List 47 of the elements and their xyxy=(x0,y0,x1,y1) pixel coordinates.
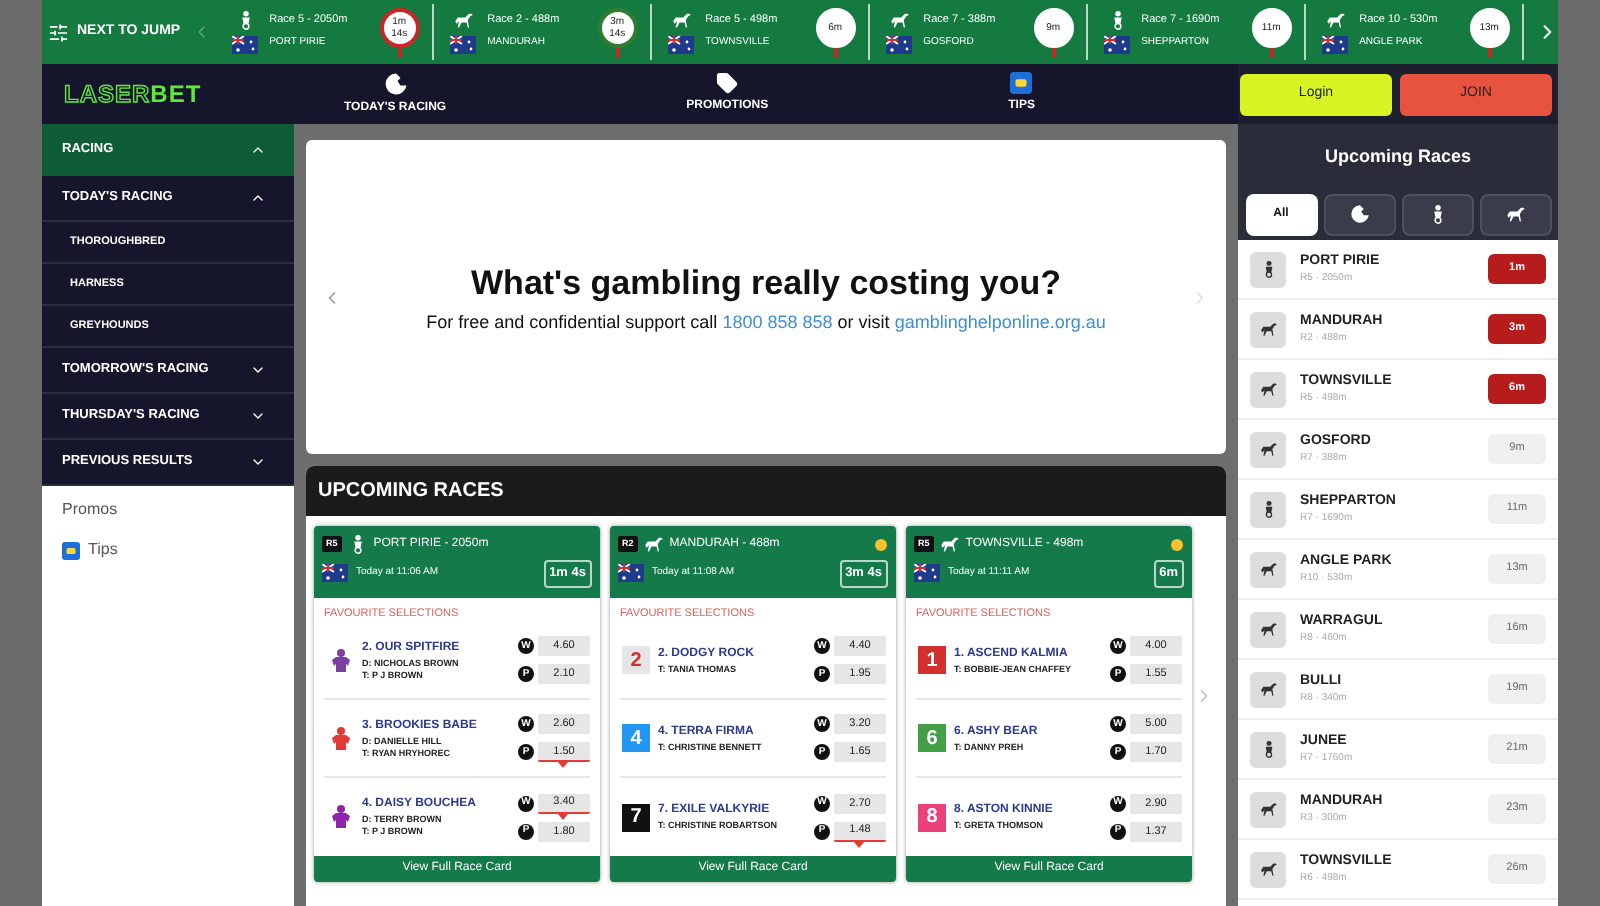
greyhound-icon xyxy=(643,534,664,554)
filter-tab[interactable] xyxy=(1323,193,1395,235)
flag-icon xyxy=(1104,36,1131,54)
filter-tab[interactable] xyxy=(1401,193,1473,235)
greyhound-icon xyxy=(1259,380,1277,398)
tips-icon xyxy=(62,541,80,559)
saddle-number: 2 xyxy=(622,646,650,675)
saddle-number: 4 xyxy=(622,724,650,753)
panel-title: UPCOMING RACES xyxy=(318,478,504,506)
flag-icon xyxy=(232,36,259,54)
support-text: For free and confidential support call 1800 858 858 or visit gamblinghelponline.org.au xyxy=(426,309,1106,336)
greyhound-icon xyxy=(1259,560,1277,578)
flag-icon xyxy=(322,564,348,583)
races-panel-title: Upcoming Races xyxy=(1324,144,1472,170)
flag-icon xyxy=(886,36,913,54)
flag-icon xyxy=(914,564,940,583)
greyhound-icon xyxy=(1259,860,1277,878)
greyhound-icon xyxy=(1259,680,1277,698)
greyhound-icon xyxy=(889,10,910,30)
sidebar-link[interactable]: Promos xyxy=(62,498,294,522)
sidebar-link[interactable]: Tips xyxy=(62,538,294,562)
greyhound-icon xyxy=(453,10,474,30)
greyhound-icon xyxy=(1505,204,1525,224)
sliders-icon xyxy=(48,21,69,43)
flag-icon xyxy=(450,36,477,54)
saddle-number: 6 xyxy=(918,724,946,753)
flag-icon xyxy=(668,36,695,54)
greyhound-icon xyxy=(939,534,960,554)
greyhound-icon xyxy=(1259,800,1277,818)
saddle-number: 1 xyxy=(918,646,946,675)
greyhound-icon xyxy=(1259,320,1277,338)
saddle-number: 7 xyxy=(622,803,650,832)
filter-tab[interactable] xyxy=(1479,193,1551,235)
drift-arrow-icon xyxy=(558,813,568,820)
saddle-number: 8 xyxy=(918,803,946,832)
drift-arrow-icon xyxy=(854,841,864,848)
tag-icon xyxy=(716,72,739,94)
drift-arrow-icon xyxy=(558,762,568,769)
flag-icon xyxy=(1322,36,1349,54)
greyhound-icon xyxy=(1259,440,1277,458)
greyhound-icon xyxy=(1325,10,1346,30)
laserbet-logo[interactable]: LASERBET xyxy=(64,76,304,112)
tips-icon xyxy=(1010,72,1033,94)
banner-heading: What's gambling really costing you? xyxy=(471,262,1061,306)
greyhound-icon xyxy=(671,10,692,30)
flag-icon xyxy=(618,564,644,583)
greyhound-icon xyxy=(1259,620,1277,638)
